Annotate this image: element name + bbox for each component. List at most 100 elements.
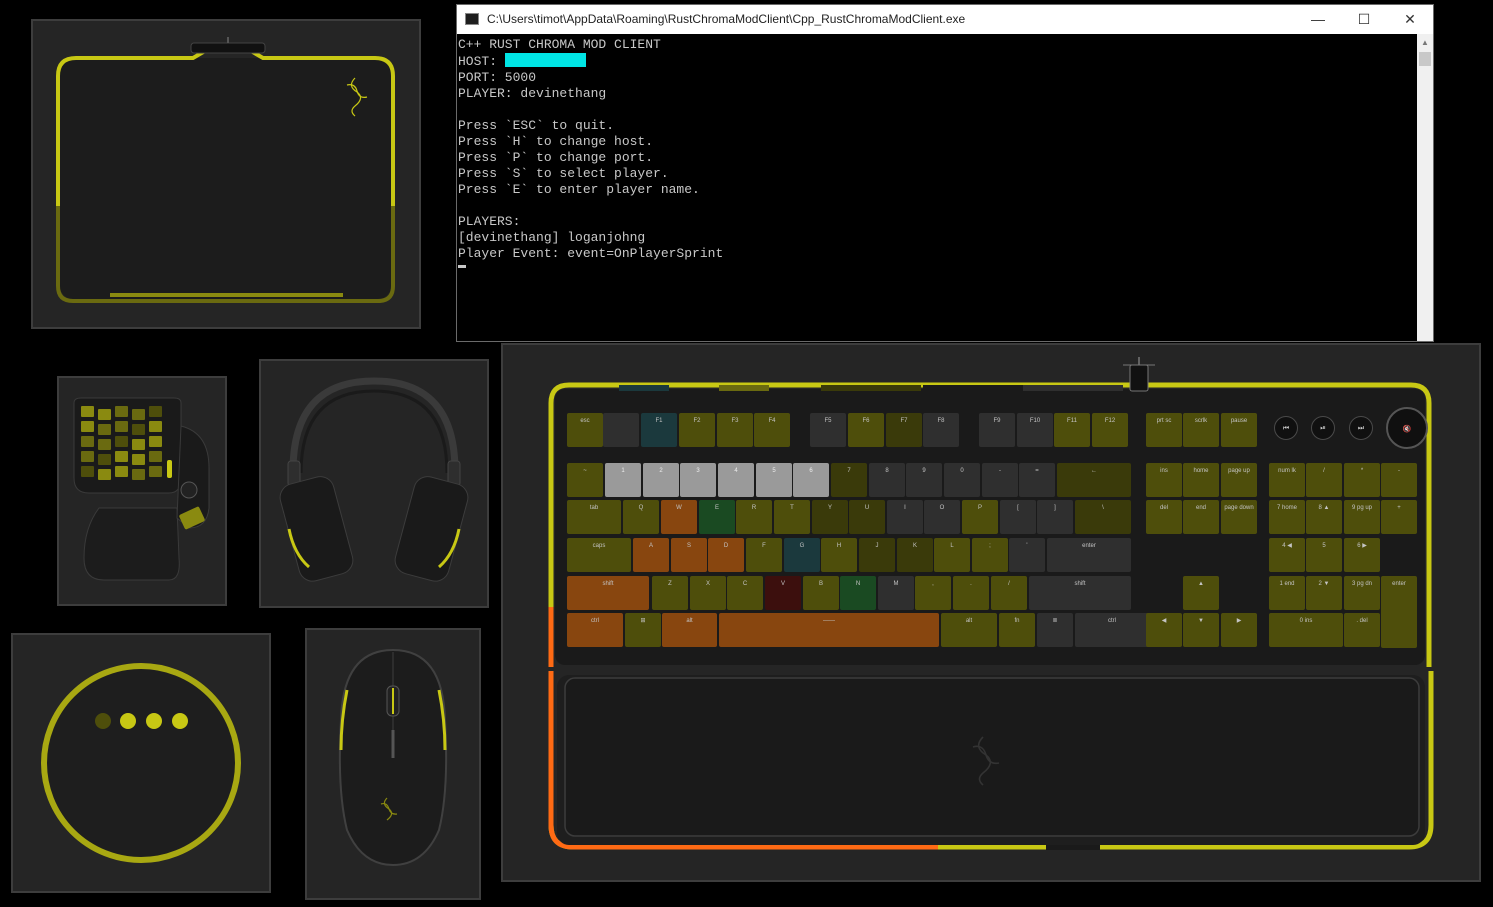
keypad-key: [115, 406, 128, 417]
speaker-led-dot: [146, 713, 162, 729]
keypad-device: [73, 397, 210, 581]
key-home-row: G: [784, 538, 820, 572]
key-number-row: 6: [793, 463, 829, 497]
key-bottom-row: ctrl: [567, 613, 623, 647]
console-app-icon: [465, 13, 479, 25]
keypad-thumbpad: [180, 481, 198, 499]
key-bottom-row: ctrl: [1075, 613, 1149, 647]
keypad-key: [81, 436, 94, 447]
keyboard-panel: ⏮ ⏯ ⏭ 🔇 esc F1 F2 F3 F4 F5 F6 F7 F8 F9 F10 F11 F12 pr…: [501, 343, 1481, 882]
players-line: [devinethang] loganjohng: [458, 230, 646, 245]
keypad-key: [115, 421, 128, 432]
mousepad-surface: [58, 58, 393, 301]
help-line: Press `H` to change host.: [458, 134, 654, 149]
key-bottom-row: ▶: [1221, 613, 1257, 647]
keypad-led: [167, 460, 172, 478]
key-shift-row: ▲: [1183, 576, 1219, 610]
key-home-row: 4 ◀: [1269, 538, 1305, 572]
console-scrollbar[interactable]: ▲: [1417, 34, 1433, 341]
keypad-key: [149, 436, 162, 447]
key-qwerty-row: O: [924, 500, 960, 534]
key-function-row: F8: [923, 413, 959, 447]
key-shift-row: shift: [1029, 576, 1131, 610]
media-play-button[interactable]: ⏯: [1311, 416, 1335, 440]
keypad-key: [98, 439, 111, 450]
key-home-row: 5: [1306, 538, 1342, 572]
title-bar: C:\Users\timot\AppData\Roaming\RustChrom…: [457, 5, 1433, 34]
key-bottom-row: 0 ins: [1269, 613, 1343, 647]
media-prev-button[interactable]: ⏮: [1274, 416, 1298, 440]
close-button[interactable]: ✕: [1387, 5, 1433, 34]
keypad-key: [81, 406, 94, 417]
key-function-row: F2: [679, 413, 715, 447]
help-line: Press `ESC` to quit.: [458, 118, 615, 133]
keypad-key: [98, 454, 111, 465]
key-number-row: 8: [869, 463, 905, 497]
text-cursor: [458, 265, 466, 268]
right-ear-cup: [394, 476, 469, 582]
volume-knob[interactable]: 🔇: [1386, 407, 1428, 449]
maximize-button[interactable]: ☐: [1341, 5, 1387, 34]
keypad-key: [132, 409, 145, 420]
key-number-row: =: [1019, 463, 1055, 497]
keypad-key: [81, 466, 94, 477]
mousepad-device: [56, 37, 395, 303]
key-home-row: caps: [567, 538, 631, 572]
keypad-key: [132, 454, 145, 465]
key-shift-row: M: [878, 576, 914, 610]
key-shift-row: N: [840, 576, 876, 610]
key-qwerty-row: R: [736, 500, 772, 534]
key-shift-row: 3 pg dn: [1344, 576, 1380, 610]
key-number-row: ~: [567, 463, 603, 497]
help-line: Press `P` to change port.: [458, 150, 654, 165]
key-bottom-row: ▼: [1183, 613, 1219, 647]
minimize-button[interactable]: —: [1295, 5, 1341, 34]
keypad-key: [115, 466, 128, 477]
key-number-row: 3: [680, 463, 716, 497]
key-home-row: J: [859, 538, 895, 572]
host-label: HOST:: [458, 54, 505, 69]
window-title: C:\Users\timot\AppData\Roaming\RustChrom…: [487, 12, 966, 26]
key-function-row: F6: [848, 413, 884, 447]
key-qwerty-row: del: [1146, 500, 1182, 534]
key-qwerty-row: page down: [1221, 500, 1257, 534]
key-home-row: S: [671, 538, 707, 572]
key-qwerty-row: 9 pg up: [1344, 500, 1380, 534]
keypad-key: [98, 469, 111, 480]
keypad-key: [98, 424, 111, 435]
speaker-led-dot: [95, 713, 111, 729]
mousepad-connector: [190, 42, 266, 54]
key-home-row: K: [897, 538, 933, 572]
key-function-row: F10: [1017, 413, 1053, 447]
key-home-row: L: [934, 538, 970, 572]
key-home-row: A: [633, 538, 669, 572]
key-home-row: ;: [972, 538, 1008, 572]
keyboard-device: ⏮ ⏯ ⏭ 🔇 esc F1 F2 F3 F4 F5 F6 F7 F8 F9 F10 F11 F12 pr…: [503, 345, 1479, 880]
key-number-row: 5: [756, 463, 792, 497]
wrist-rest-surface: [564, 677, 1420, 837]
key-shift-row: X: [690, 576, 726, 610]
keypad-key: [149, 421, 162, 432]
key-qwerty-row: ]: [1037, 500, 1073, 534]
console-output[interactable]: C++ RUST CHROMA MOD CLIENT HOST: PORT: 50…: [457, 34, 1417, 341]
key-shift-row: shift: [567, 576, 649, 610]
player-line: PLAYER: devinethang: [458, 86, 607, 101]
scroll-thumb[interactable]: [1419, 52, 1431, 66]
port-line: PORT: 5000: [458, 70, 537, 85]
key-home-row: enter: [1047, 538, 1131, 572]
speaker-led-ring: [41, 663, 241, 863]
key-function-row: F7: [886, 413, 922, 447]
key-bottom-row: alt: [941, 613, 997, 647]
media-next-button[interactable]: ⏭: [1349, 416, 1373, 440]
speaker-led-dot: [172, 713, 188, 729]
key-number-row: 7: [831, 463, 867, 497]
help-line: Press `S` to select player.: [458, 166, 669, 181]
headset-device: [279, 377, 469, 582]
scroll-up-arrow-icon[interactable]: ▲: [1417, 34, 1433, 51]
key-shift-row: C: [727, 576, 763, 610]
key-number-row: 1: [605, 463, 641, 497]
keypad-key: [81, 421, 94, 432]
key-function-row: esc: [567, 413, 603, 447]
key-qwerty-row: W: [661, 500, 697, 534]
key-function-row: prt sc: [1146, 413, 1182, 447]
